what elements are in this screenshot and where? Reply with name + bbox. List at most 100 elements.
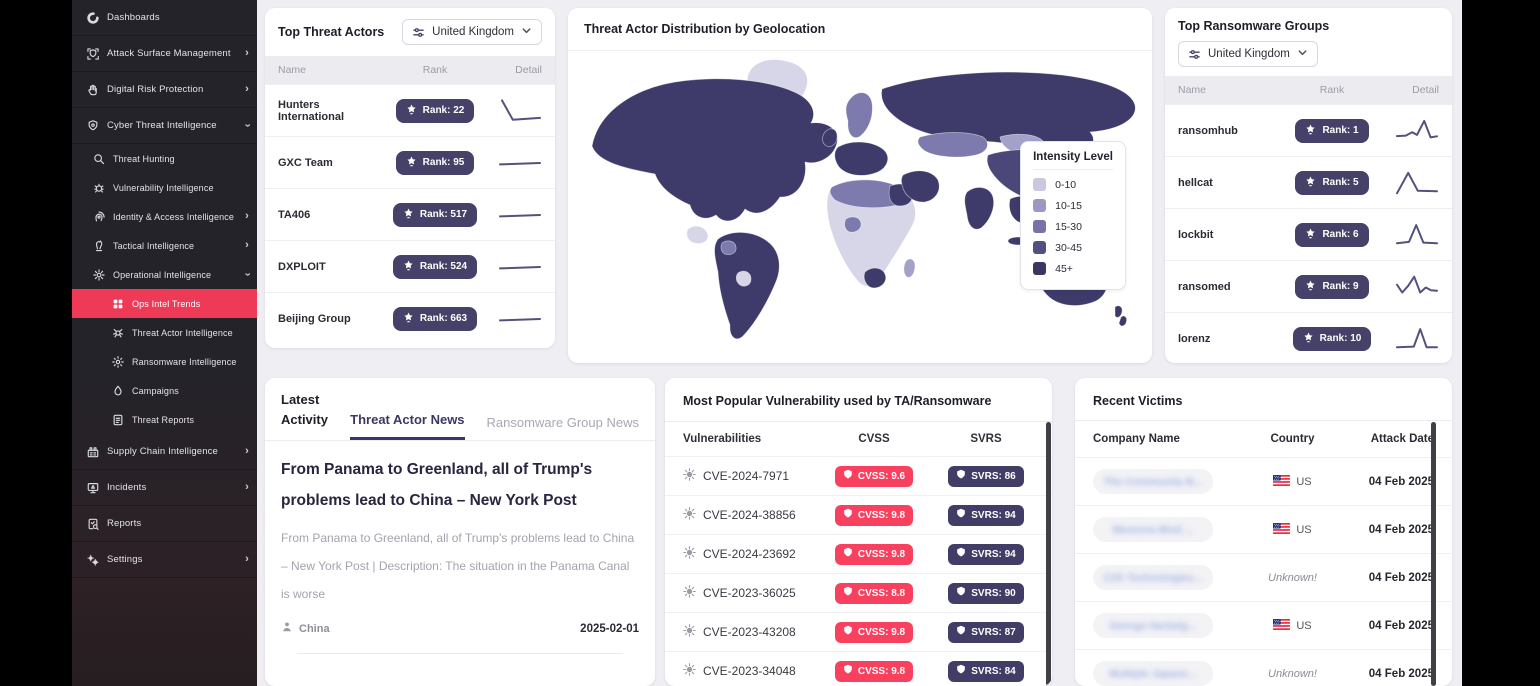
svrs-badge: SVRS: 87: [948, 622, 1023, 643]
cvss-value: CVSS: 9.8: [858, 666, 905, 677]
col-cvss: CVSS: [810, 433, 938, 445]
shield-eye-icon: [85, 118, 100, 133]
sidebar-item-tactical-intelligence[interactable]: Tactical Intelligence›: [72, 231, 257, 260]
detail-sparkline: [490, 201, 542, 229]
main-content: Top Threat Actors United Kingdom Name Ra…: [257, 0, 1462, 686]
scrollbar[interactable]: [1046, 422, 1051, 686]
threat-actor-row[interactable]: DXPLOIT Rank: 524: [265, 240, 555, 292]
sidebar-item-incidents[interactable]: Incidents›: [72, 470, 257, 506]
shield-icon: [956, 625, 966, 639]
detail-sparkline: [1387, 221, 1439, 249]
sidebar-item-digital-risk-protection[interactable]: Digital Risk Protection›: [72, 72, 257, 108]
victim-row[interactable]: Memoria Blvd ...US04 Feb 2025: [1075, 505, 1452, 553]
sidebar-item-threat-hunting[interactable]: Threat Hunting: [72, 144, 257, 173]
victim-row[interactable]: Multiple Japane...Unknown!04 Feb 2025: [1075, 649, 1452, 686]
vulnerability-row[interactable]: CVE-2024-7971CVSS: 9.6SVRS: 86: [665, 456, 1052, 495]
vulnerability-row[interactable]: CVE-2024-38856CVSS: 9.8SVRS: 94: [665, 495, 1052, 534]
panel-title: Recent Victims: [1093, 394, 1182, 408]
chevron-right-icon: ›: [245, 211, 249, 222]
sidebar-item-threat-actor-intelligence[interactable]: Threat Actor Intelligence: [72, 318, 257, 347]
legend-label: 15-30: [1055, 221, 1082, 233]
country-filter-dropdown[interactable]: United Kingdom: [402, 19, 542, 45]
cve-id: CVE-2023-43208: [703, 625, 796, 639]
sidebar-item-cyber-threat-intelligence[interactable]: Cyber Threat Intelligence›: [72, 108, 257, 144]
detail-sparkline: [1387, 169, 1439, 197]
threat-actor-row[interactable]: Hunters InternationalRank: 22: [265, 84, 555, 136]
svrs-badge: SVRS: 94: [948, 544, 1023, 565]
sidebar-item-label: Threat Hunting: [113, 154, 249, 164]
tab-ransomware-group-news[interactable]: Ransomware Group News: [487, 415, 639, 440]
gear-icon: [110, 354, 125, 369]
sidebar-item-settings[interactable]: Settings›: [72, 542, 257, 578]
threat-actor-row[interactable]: TA406Rank: 517: [265, 188, 555, 240]
cve-id: CVE-2023-36025: [703, 586, 796, 600]
cvss-value: CVSS: 9.6: [858, 471, 905, 482]
sidebar-item-ops-intel-trends[interactable]: Ops Intel Trends: [72, 289, 257, 318]
sidebar-item-identity-access-intelligence[interactable]: Identity & Access Intelligence›: [72, 202, 257, 231]
sidebar-item-dashboards[interactable]: Dashboards: [72, 0, 257, 36]
country-label: US: [1296, 524, 1311, 536]
ransomware-group-row[interactable]: lorenzRank: 10: [1165, 312, 1452, 363]
news-article[interactable]: From Panama to Greenland, all of Trump's…: [265, 441, 655, 654]
sidebar-item-ransomware-intelligence[interactable]: Ransomware Intelligence: [72, 347, 257, 376]
legend-swatch: [1033, 199, 1046, 212]
shield-icon: [843, 586, 853, 600]
sidebar-item-reports[interactable]: Reports: [72, 506, 257, 542]
ransomware-group-row[interactable]: lockbitRank: 6: [1165, 208, 1452, 260]
rank-star-icon: [1305, 176, 1316, 190]
cvss-badge: CVSS: 9.8: [835, 661, 913, 682]
sidebar-item-label: Vulnerability Intelligence: [113, 183, 249, 193]
vulnerability-row[interactable]: CVE-2024-23692CVSS: 9.8SVRS: 94: [665, 534, 1052, 573]
table-header: Name Rank Detail: [1165, 76, 1452, 104]
vulnerability-row[interactable]: CVE-2023-43208CVSS: 9.8SVRS: 87: [665, 612, 1052, 651]
sidebar-item-threat-reports[interactable]: Threat Reports: [72, 405, 257, 434]
rank-badge: Rank: 524: [393, 255, 477, 279]
chevron-right-icon: ›: [245, 48, 249, 59]
detail-sparkline: [490, 149, 542, 177]
col-name: Name: [1178, 84, 1277, 96]
country-filter-dropdown[interactable]: United Kingdom: [1178, 41, 1318, 67]
sidebar-item-campaigns[interactable]: Campaigns: [72, 376, 257, 405]
svrs-value: SVRS: 87: [971, 627, 1015, 638]
legend-item: 10-15: [1033, 199, 1113, 212]
sidebar-item-attack-surface-management[interactable]: Attack Surface Management›: [72, 36, 257, 72]
shield-icon: [843, 469, 853, 483]
threat-actor-row[interactable]: Beijing GroupRank: 663: [265, 292, 555, 344]
chevron-right-icon: ›: [245, 446, 249, 457]
ransomware-group-row[interactable]: ransomhubRank: 1: [1165, 104, 1452, 156]
rank-badge: Rank: 1: [1295, 119, 1368, 143]
vulnerability-row[interactable]: CVE-2023-36025CVSS: 8.8SVRS: 90: [665, 573, 1052, 612]
threat-actor-row[interactable]: GXC TeamRank: 95: [265, 136, 555, 188]
scrollbar[interactable]: [1431, 422, 1436, 686]
sidebar-item-supply-chain-intelligence[interactable]: Supply Chain Intelligence›: [72, 434, 257, 470]
cve-id: CVE-2024-7971: [703, 469, 789, 483]
factory-icon: [85, 444, 100, 459]
legend-title: Intensity Level: [1033, 151, 1113, 170]
sidebar-item-label: Tactical Intelligence: [113, 241, 238, 251]
attack-surface-icon: [85, 46, 100, 61]
us-flag-icon: [1273, 619, 1290, 633]
legend-item: 15-30: [1033, 220, 1113, 233]
victim-row[interactable]: George Hartwig...US04 Feb 2025: [1075, 601, 1452, 649]
country-label: Unknown!: [1268, 668, 1317, 680]
chevron-down-icon: [1297, 47, 1308, 61]
vulnerability-row[interactable]: CVE-2023-34048CVSS: 9.8SVRS: 84: [665, 651, 1052, 686]
rank-badge: Rank: 6: [1295, 223, 1368, 247]
actor-name: DXPLOIT: [278, 261, 380, 273]
tab-threat-actor-news[interactable]: Threat Actor News: [350, 412, 464, 440]
ransomware-group-row[interactable]: hellcatRank: 5: [1165, 156, 1452, 208]
rank-badge: Rank: 95: [396, 151, 475, 175]
sidebar-item-operational-intelligence[interactable]: Operational Intelligence›: [72, 260, 257, 289]
victim-row[interactable]: C2S Technologies...Unknown!04 Feb 2025: [1075, 553, 1452, 601]
sidebar-item-vulnerability-intelligence[interactable]: Vulnerability Intelligence: [72, 173, 257, 202]
sidebar-item-label: Reports: [107, 518, 249, 529]
sidebar-item-label: Threat Reports: [132, 415, 249, 425]
victim-row[interactable]: The Community B...US04 Feb 2025: [1075, 457, 1452, 505]
rank-badge: Rank: 5: [1295, 171, 1368, 195]
article-date: 2025-02-01: [580, 623, 639, 635]
dashboard-screen: DashboardsAttack Surface Management›Digi…: [0, 0, 1540, 686]
legend-item: 0-10: [1033, 178, 1113, 191]
world-map[interactable]: Intensity Level 0-1010-1515-3030-4545+: [568, 51, 1152, 351]
ransomware-group-row[interactable]: ransomedRank: 9: [1165, 260, 1452, 312]
shield-icon: [956, 586, 966, 600]
